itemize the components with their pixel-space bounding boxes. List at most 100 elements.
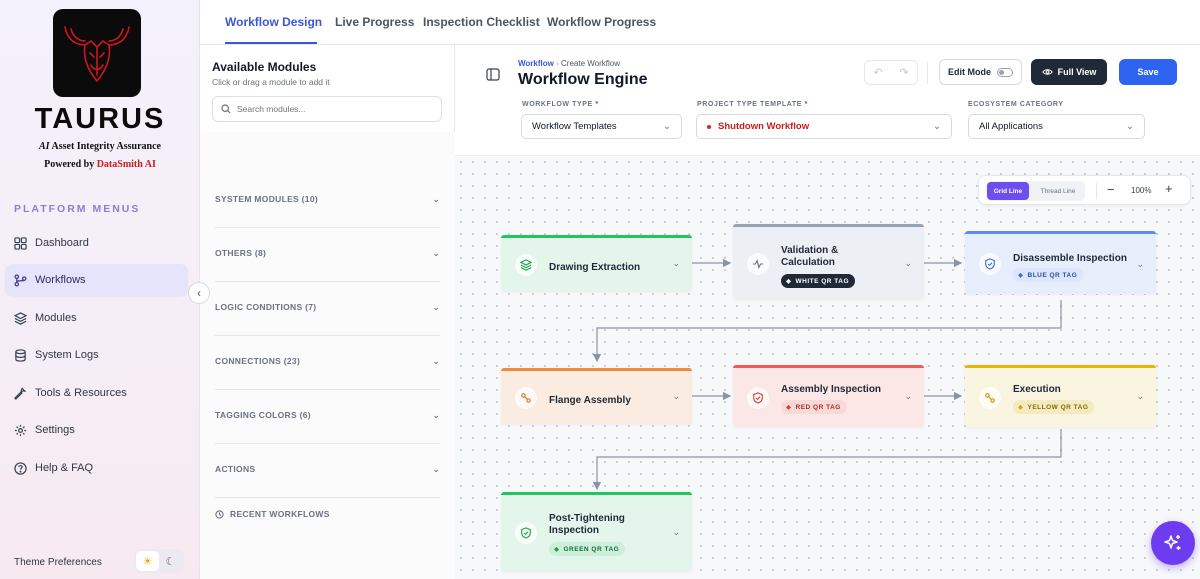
qr-tag-badge: ◆ WHITE QR TAG	[781, 274, 856, 288]
workflow-header: Workflow › Create Workflow Workflow Engi…	[455, 45, 1200, 155]
sidebar: TAURUS AI Asset Integrity Assurance Powe…	[0, 0, 200, 579]
undo-icon[interactable]: ↶	[873, 66, 882, 79]
sun-icon[interactable]: ☀	[136, 551, 159, 571]
chevron-down-icon[interactable]: ⌄	[1136, 391, 1144, 402]
theme-toggle[interactable]: ☀ ☾	[134, 549, 184, 573]
qr-tag-badge: ◆ BLUE QR TAG	[1013, 268, 1084, 282]
chevron-down-icon[interactable]: ⌄	[672, 258, 680, 269]
sidebar-item-label: Dashboard	[35, 237, 89, 249]
chevron-down-icon: ⌄	[432, 301, 440, 312]
page-title: Workflow Engine	[518, 71, 648, 88]
sidebar-item-settings[interactable]: Settings	[5, 414, 188, 446]
wrench-icon	[13, 386, 27, 400]
section-connections[interactable]: CONNECTIONS (23) ⌄	[215, 351, 440, 371]
toggle-panel-button[interactable]	[483, 64, 503, 84]
moon-icon[interactable]: ☾	[159, 551, 182, 571]
tag-icon: ◆	[786, 404, 792, 411]
chevron-down-icon[interactable]: ⌄	[672, 527, 680, 538]
shield-check-icon	[979, 253, 1001, 275]
workflow-type-select[interactable]: Workflow Templates ⌄	[521, 114, 682, 139]
qr-tag-badge: ◆ YELLOW QR TAG	[1013, 400, 1095, 414]
node-title: Drawing Extraction	[549, 262, 641, 273]
chevron-down-icon: ⌄	[933, 121, 941, 132]
workflow-node-flange-assembly[interactable]: Flange Assembly ⌄	[501, 368, 692, 424]
chevron-down-icon: ⌄	[432, 409, 440, 420]
activity-icon	[747, 253, 769, 275]
clock-icon	[215, 509, 224, 519]
workflow-node-validation-calculation[interactable]: Validation & Calculation ◆ WHITE QR TAG ⌄	[733, 224, 924, 299]
sidebar-item-label: Help & FAQ	[35, 462, 94, 474]
sidebar-panel-icon	[486, 67, 500, 81]
chevron-down-icon[interactable]: ⌄	[672, 391, 680, 402]
node-title: Flange Assembly	[549, 395, 631, 406]
sidebar-item-modules[interactable]: Modules	[5, 302, 188, 334]
ecosystem-category-label: ECOSYSTEM CATEGORY	[968, 101, 1064, 108]
tab-inspection-checklist[interactable]: Inspection Checklist	[423, 15, 540, 29]
node-title: Disassemble Inspection	[1013, 253, 1127, 264]
search-input[interactable]	[237, 104, 427, 114]
workflow-node-assembly-inspection[interactable]: Assembly Inspection ◆ RED QR TAG ⌄	[733, 365, 924, 427]
section-actions[interactable]: ACTIONS ⌄	[215, 459, 440, 479]
sidebar-item-workflows[interactable]: Workflows	[5, 264, 188, 296]
node-title: Execution	[1013, 384, 1061, 395]
database-icon	[13, 348, 27, 362]
breadcrumb-workflow-link[interactable]: Workflow	[518, 59, 554, 68]
qr-tag-badge: ◆ RED QR TAG	[781, 400, 847, 414]
modules-title: Available Modules	[212, 60, 317, 74]
branch-icon	[13, 273, 27, 287]
workflow-node-post-tightening-inspection[interactable]: Post-Tightening Inspection ◆ GREEN QR TAG…	[501, 492, 692, 571]
chevron-down-icon[interactable]: ⌄	[1136, 259, 1144, 270]
taurus-logo[interactable]	[53, 9, 141, 97]
workflow-canvas[interactable]: Grid Line Thread Line − 100% + Drawing E…	[455, 155, 1200, 579]
ai-assistant-button[interactable]	[1151, 521, 1195, 565]
bull-head-icon	[64, 26, 130, 82]
undo-redo-group: ↶ ↷	[864, 60, 918, 85]
powered-by: Powered by DataSmith AI	[44, 159, 156, 170]
layers-icon	[13, 311, 27, 325]
shield-check-icon	[515, 522, 537, 544]
chevron-down-icon: ⌄	[663, 121, 671, 132]
sidebar-item-label: Settings	[35, 424, 75, 436]
project-type-template-select[interactable]: Shutdown Workflow ⌄	[696, 114, 952, 139]
sidebar-item-label: Modules	[35, 312, 77, 324]
chevron-down-icon: ⌄	[1126, 121, 1134, 132]
edit-mode-toggle[interactable]: Edit Mode	[939, 59, 1022, 85]
chevron-down-icon: ⌄	[432, 355, 440, 366]
workflow-node-disassemble-inspection[interactable]: Disassemble Inspection ◆ BLUE QR TAG ⌄	[965, 231, 1156, 294]
grid-icon	[13, 236, 27, 250]
save-button[interactable]: Save	[1119, 59, 1177, 85]
active-tab-indicator	[225, 42, 317, 44]
workflow-node-execution[interactable]: Execution ◆ YELLOW QR TAG ⌄	[965, 365, 1156, 427]
brand-name: TAURUS	[34, 103, 166, 135]
collapse-sidebar-button[interactable]: ‹	[188, 282, 210, 304]
section-logic-conditions[interactable]: LOGIC CONDITIONS (7) ⌄	[215, 297, 440, 317]
sidebar-item-dashboard[interactable]: Dashboard	[5, 227, 188, 259]
chevron-down-icon[interactable]: ⌄	[904, 258, 912, 269]
search-icon	[221, 104, 231, 114]
module-search-box[interactable]	[212, 96, 442, 122]
sidebar-item-help-faq[interactable]: Help & FAQ	[5, 452, 188, 484]
chevron-down-icon: ⌄	[432, 463, 440, 474]
modules-panel: Available Modules Click or drag a module…	[200, 45, 455, 579]
tab-workflow-progress[interactable]: Workflow Progress	[547, 15, 656, 29]
tab-workflow-design[interactable]: Workflow Design	[225, 15, 322, 29]
node-title: Validation & Calculation	[781, 245, 839, 268]
sidebar-item-system-logs[interactable]: System Logs	[5, 339, 188, 371]
workflow-type-label: WORKFLOW TYPE *	[522, 101, 599, 108]
qr-tag-badge: ◆ GREEN QR TAG	[549, 542, 626, 556]
redo-icon[interactable]: ↷	[899, 66, 908, 79]
section-tagging-colors[interactable]: TAGGING COLORS (6) ⌄	[215, 405, 440, 425]
tab-live-progress[interactable]: Live Progress	[335, 15, 414, 29]
chevron-down-icon: ⌄	[432, 247, 440, 258]
section-others[interactable]: OTHERS (8) ⌄	[215, 243, 440, 263]
ecosystem-category-select[interactable]: All Applications ⌄	[968, 114, 1145, 139]
chevron-down-icon[interactable]: ⌄	[904, 391, 912, 402]
full-view-button[interactable]: Full View	[1031, 59, 1107, 85]
sidebar-item-tools-resources[interactable]: Tools & Resources	[5, 377, 188, 409]
tag-icon: ◆	[786, 278, 792, 285]
section-recent-workflows[interactable]: RECENT WORKFLOWS	[215, 504, 440, 524]
workflow-node-drawing-extraction[interactable]: Drawing Extraction ⌄	[501, 235, 692, 291]
top-tabs: Workflow Design Live Progress Inspection…	[200, 0, 1200, 45]
modules-subtitle: Click or drag a module to add it	[212, 77, 330, 87]
section-system-modules[interactable]: SYSTEM MODULES (10) ⌄	[215, 189, 440, 209]
